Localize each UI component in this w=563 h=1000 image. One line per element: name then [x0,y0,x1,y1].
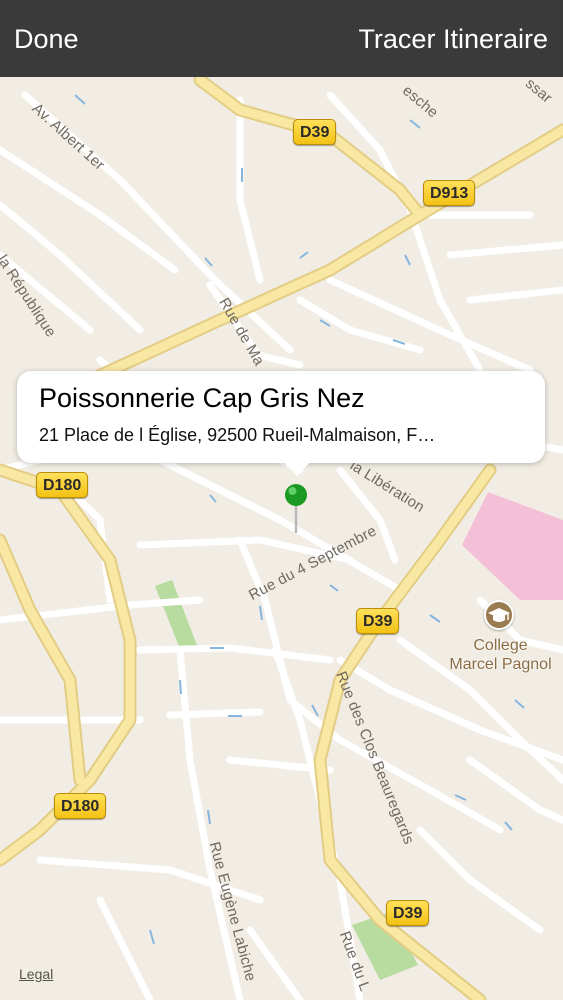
road-shield-d180: D180 [54,793,107,819]
done-button[interactable]: Done [14,22,79,56]
graduation-cap-icon[interactable] [484,600,514,630]
tracer-itineraire-button[interactable]: Tracer Itineraire [358,22,548,56]
callout-address: 21 Place de l Église, 92500 Rueil-Malmai… [39,425,436,445]
legal-link[interactable]: Legal [19,966,53,982]
road-shield-d39: D39 [356,608,400,634]
poi-label-line2: Marcel Pagnol [449,656,552,673]
callout-tail [284,462,310,476]
park-area [155,580,198,654]
navigation-bar: Done Tracer Itineraire [0,0,563,77]
map-roads [0,77,563,1000]
callout-title: Poissonnerie Cap Gris Nez [39,383,365,413]
road-shield-d39: D39 [386,900,430,926]
map-view[interactable]: D39 D913 D180 D39 D180 D39 Av. Albert 1e… [0,77,563,1000]
road-shield-d39: D39 [293,119,337,145]
location-pin-icon[interactable] [284,483,308,543]
poi-label-college: College Marcel Pagnol [438,636,563,674]
road-shield-d913: D913 [423,180,476,206]
location-callout[interactable]: Poissonnerie Cap Gris Nez 21 Place de l … [17,371,545,476]
poi-label-line1: College [473,637,528,654]
road-shield-d180: D180 [36,472,89,498]
pink-landuse-area [462,492,563,600]
